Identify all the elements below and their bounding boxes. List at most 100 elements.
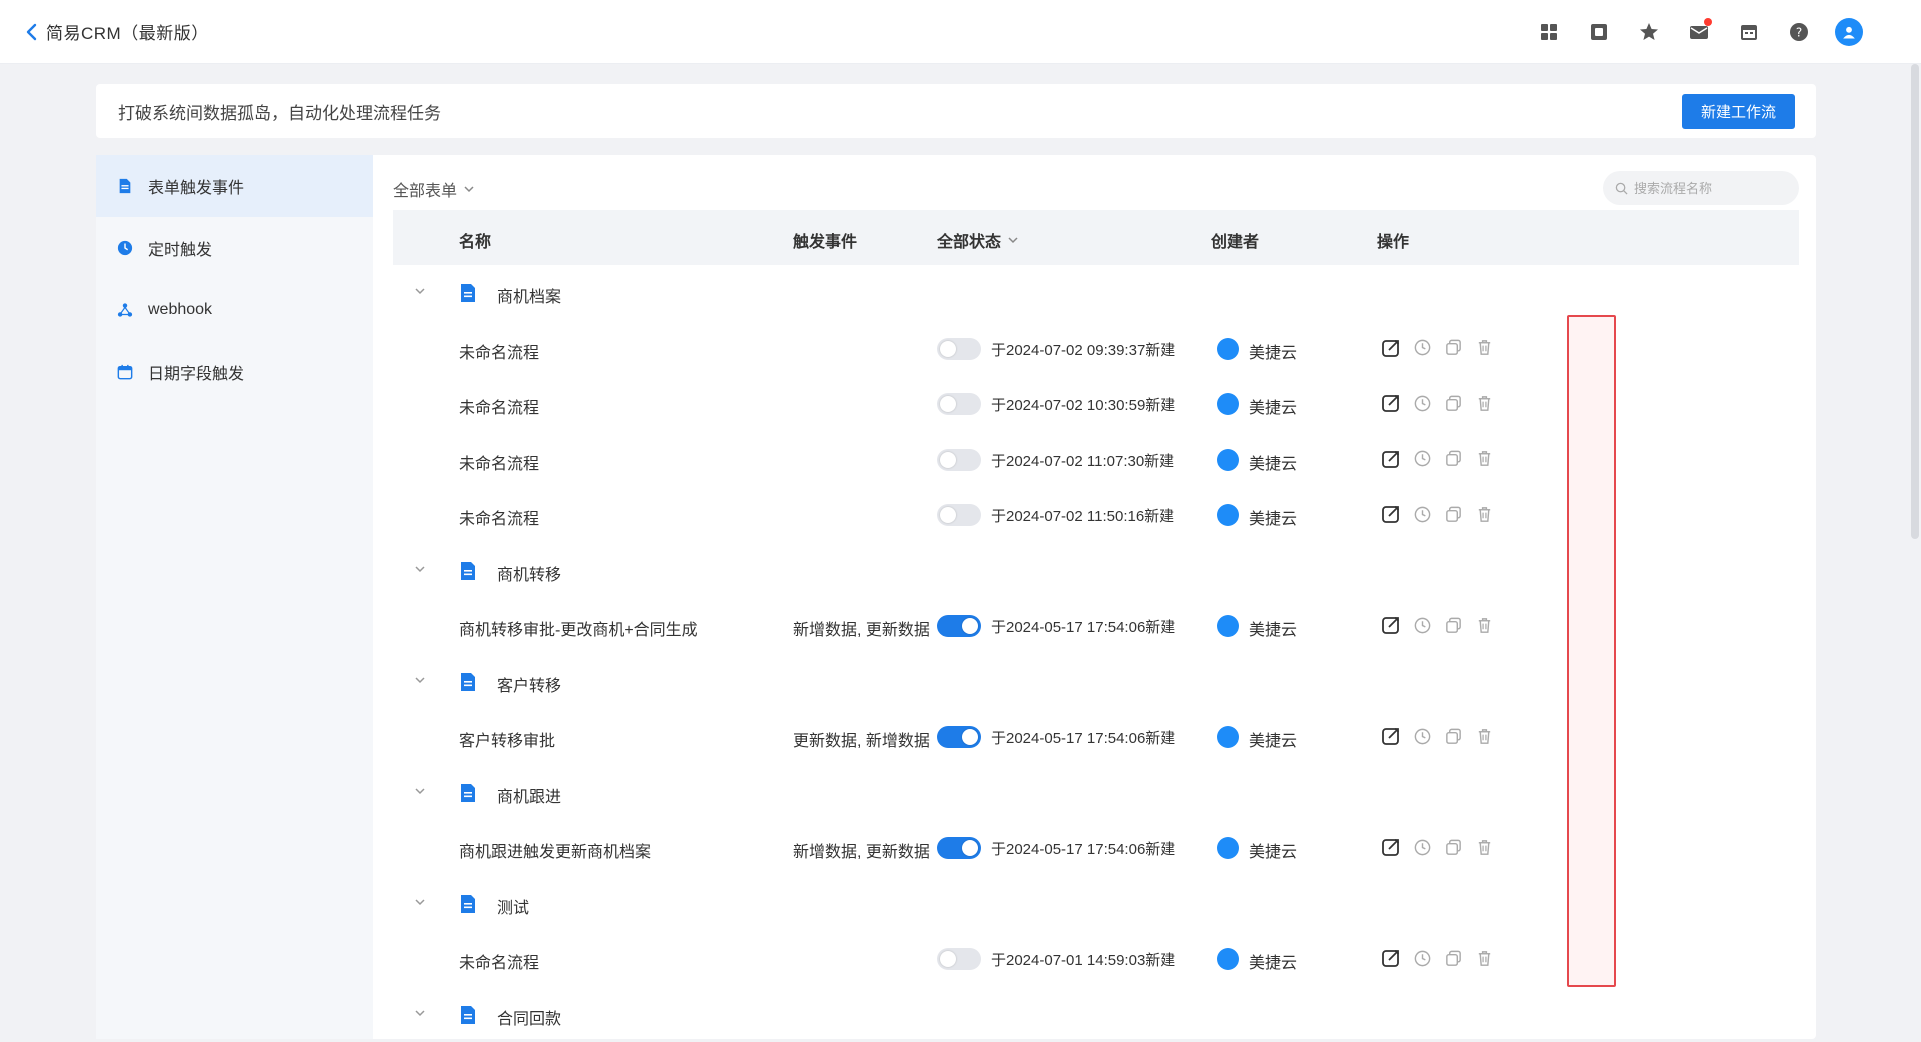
search-input[interactable] [1634, 181, 1784, 196]
sidebar-item-form-trigger[interactable]: 表单触发事件 [96, 155, 373, 217]
edit-icon[interactable] [1379, 446, 1403, 472]
edit-icon[interactable] [1379, 723, 1403, 749]
chevron-down-icon[interactable] [413, 562, 427, 576]
svg-text:?: ? [1796, 26, 1802, 40]
enable-toggle[interactable] [937, 338, 981, 360]
table-row[interactable]: 未命名流程于2024-07-02 10:30:59新建美捷云 [393, 376, 1799, 432]
enable-toggle[interactable] [937, 449, 981, 471]
history-icon[interactable] [1410, 723, 1434, 749]
copy-icon[interactable] [1441, 723, 1465, 749]
banner-text: 打破系统间数据孤岛，自动化处理流程任务 [118, 99, 441, 124]
edit-icon[interactable] [1379, 834, 1403, 860]
history-icon[interactable] [1410, 834, 1434, 860]
edit-icon[interactable] [1379, 335, 1403, 361]
trash-icon[interactable] [1472, 723, 1496, 749]
page-scrollbar[interactable] [1911, 64, 1919, 539]
workflow-name[interactable]: 未命名流程 [459, 394, 539, 418]
edit-icon[interactable] [1379, 945, 1403, 971]
history-icon[interactable] [1410, 501, 1434, 527]
sidebar-item-webhook[interactable]: webhook [96, 279, 373, 341]
trigger-events: 新增数据, 更新数据 [793, 838, 930, 862]
edit-icon[interactable] [1379, 501, 1403, 527]
table-row[interactable]: 未命名流程于2024-07-02 11:50:16新建美捷云 [393, 487, 1799, 543]
trash-icon[interactable] [1472, 501, 1496, 527]
edit-icon[interactable] [1379, 612, 1403, 638]
toggle-knob [940, 452, 956, 468]
grid-icon[interactable] [1535, 18, 1563, 46]
enable-toggle[interactable] [937, 615, 981, 637]
table-row[interactable]: 未命名流程于2024-07-01 14:59:03新建美捷云 [393, 931, 1799, 987]
calendar-icon[interactable] [1735, 18, 1763, 46]
creator-avatar [1217, 504, 1239, 526]
table-row[interactable]: 商机转移审批-更改商机+合同生成新增数据, 更新数据于2024-05-17 17… [393, 598, 1799, 654]
chevron-down-icon[interactable] [413, 784, 427, 798]
history-icon[interactable] [1410, 390, 1434, 416]
copy-icon[interactable] [1441, 390, 1465, 416]
history-icon[interactable] [1410, 335, 1434, 361]
copy-icon[interactable] [1441, 612, 1465, 638]
enable-toggle[interactable] [937, 837, 981, 859]
enable-toggle[interactable] [937, 393, 981, 415]
chevron-down-icon[interactable] [413, 673, 427, 687]
workflow-name[interactable]: 客户转移审批 [459, 727, 555, 751]
trash-icon[interactable] [1472, 834, 1496, 860]
enable-toggle[interactable] [937, 948, 981, 970]
enable-toggle[interactable] [937, 504, 981, 526]
creator-avatar [1217, 837, 1239, 859]
workflow-name[interactable]: 未命名流程 [459, 505, 539, 529]
help-icon[interactable]: ? [1785, 18, 1813, 46]
row-actions [1379, 446, 1496, 472]
sidebar-item-label: webhook [148, 301, 212, 319]
trash-icon[interactable] [1472, 945, 1496, 971]
star-icon[interactable] [1635, 18, 1663, 46]
back-button[interactable]: 简易CRM（最新版） [22, 19, 209, 44]
group-row: 客户转移 [393, 654, 1799, 710]
table-row[interactable]: 客户转移审批更新数据, 新增数据于2024-05-17 17:54:06新建美捷… [393, 709, 1799, 765]
sidebar-item-timer-trigger[interactable]: 定时触发 [96, 217, 373, 279]
form-file-icon [459, 672, 477, 692]
copy-icon[interactable] [1441, 501, 1465, 527]
table-row[interactable]: 未命名流程 于2024-07-02 11:07:30新建 美捷云 [393, 432, 1799, 488]
trash-icon[interactable] [1472, 612, 1496, 638]
creator-avatar [1217, 449, 1239, 471]
creator-name: 美捷云 [1249, 450, 1297, 474]
workflow-name[interactable]: 未命名流程 [459, 339, 539, 363]
table-row[interactable]: 未命名流程于2024-07-02 09:39:37新建美捷云 [393, 321, 1799, 377]
table-row[interactable]: 商机跟进触发更新商机档案新增数据, 更新数据于2024-05-17 17:54:… [393, 820, 1799, 876]
created-time: 于2024-07-02 11:07:30新建 [991, 450, 1174, 471]
creator-name: 美捷云 [1249, 616, 1297, 640]
box-icon[interactable] [1585, 18, 1613, 46]
workflow-name[interactable]: 商机跟进触发更新商机档案 [459, 838, 651, 862]
chevron-down-icon[interactable] [413, 284, 427, 298]
row-actions [1379, 945, 1496, 971]
created-time: 于2024-07-02 10:30:59新建 [991, 394, 1175, 415]
edit-icon[interactable] [1379, 390, 1403, 416]
copy-icon[interactable] [1441, 945, 1465, 971]
workflow-name[interactable]: 商机转移审批-更改商机+合同生成 [459, 616, 698, 640]
copy-icon[interactable] [1441, 446, 1465, 472]
status-filter-dropdown[interactable]: 全部状态 [937, 228, 1019, 252]
new-workflow-button[interactable]: 新建工作流 [1682, 94, 1795, 129]
chevron-down-icon[interactable] [413, 1006, 427, 1020]
clock-icon [116, 239, 134, 257]
history-icon[interactable] [1410, 446, 1434, 472]
copy-icon[interactable] [1441, 834, 1465, 860]
chevron-down-icon[interactable] [413, 895, 427, 909]
history-icon[interactable] [1410, 612, 1434, 638]
workflow-name[interactable]: 未命名流程 [459, 949, 539, 973]
enable-toggle[interactable] [937, 726, 981, 748]
sidebar-item-label: 表单触发事件 [148, 174, 244, 198]
top-icon-group: ? [1535, 18, 1863, 46]
trash-icon[interactable] [1472, 335, 1496, 361]
group-name: 客户转移 [497, 672, 561, 696]
form-file-icon [459, 894, 477, 914]
trash-icon[interactable] [1472, 390, 1496, 416]
workflow-name[interactable]: 未命名流程 [459, 450, 539, 474]
form-filter-dropdown[interactable]: 全部表单 [393, 177, 475, 201]
sidebar-item-date-trigger[interactable]: 日期字段触发 [96, 341, 373, 403]
user-avatar[interactable] [1835, 18, 1863, 46]
copy-icon[interactable] [1441, 335, 1465, 361]
mail-icon[interactable] [1685, 18, 1713, 46]
history-icon[interactable] [1410, 945, 1434, 971]
trash-icon[interactable] [1472, 446, 1496, 472]
